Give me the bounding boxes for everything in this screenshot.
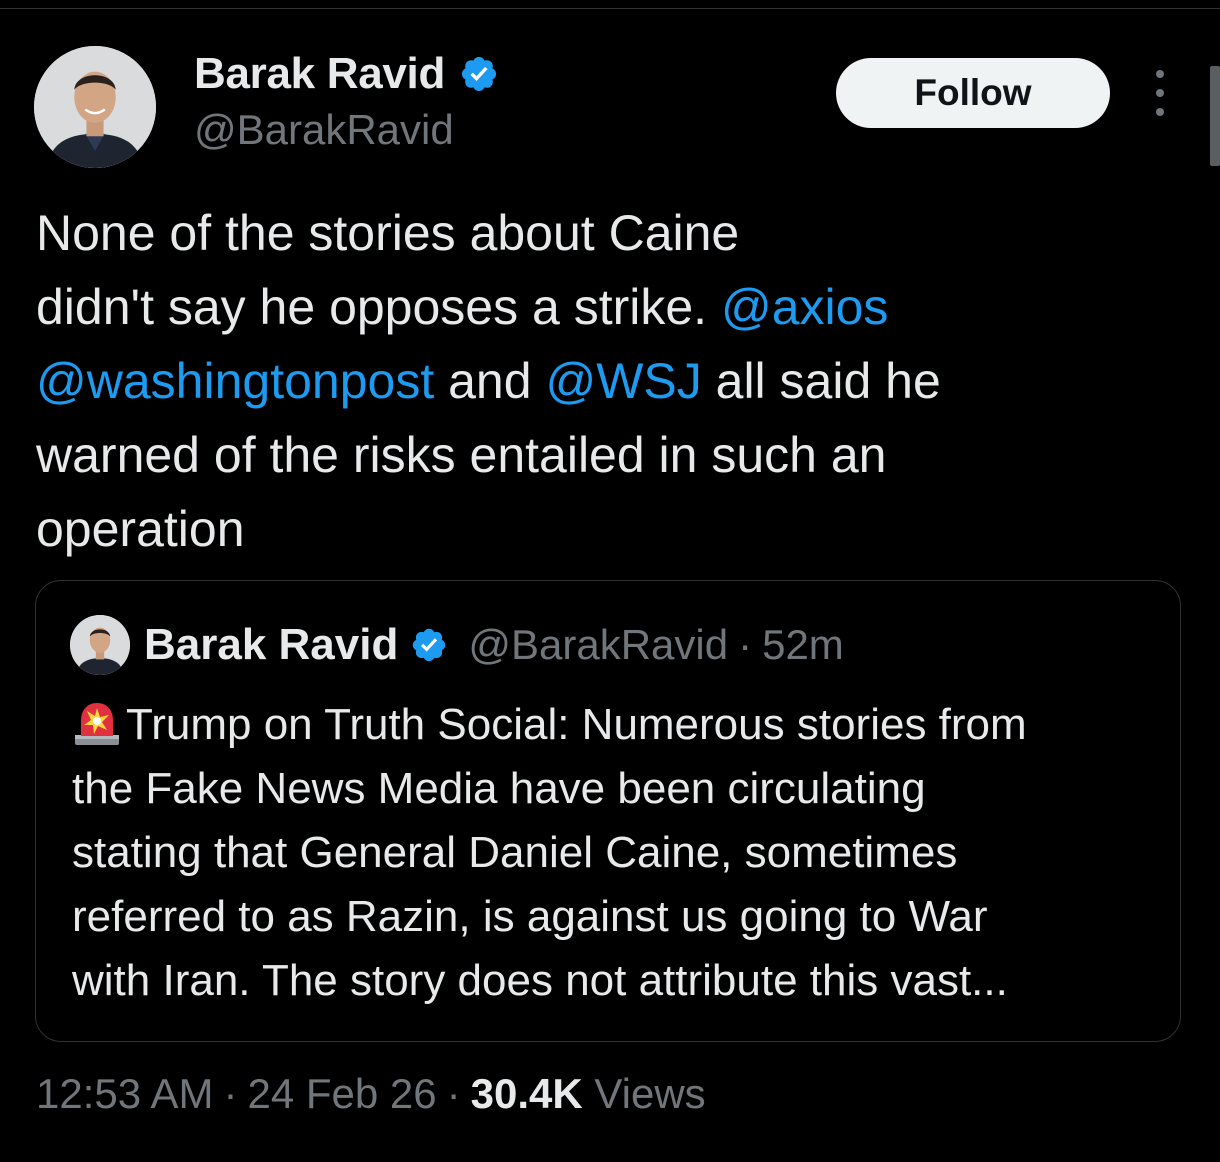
tweet-text-segment: and xyxy=(434,353,546,409)
tweet-line: None of the stories about Caine xyxy=(36,205,740,261)
quoted-line: stating that General Daniel Caine, somet… xyxy=(72,828,958,877)
quoted-tweet-header: Barak Ravid @BarakRavid · 52m xyxy=(70,615,844,675)
tweet-header: Barak Ravid @BarakRavid Follow xyxy=(34,44,1184,174)
tweet-line: warned of the risks entailed in such an xyxy=(36,427,887,483)
dot-separator: · xyxy=(223,1070,238,1117)
dot-separator: · xyxy=(738,621,753,668)
tweet-line: didn't say he opposes a strike. @axios xyxy=(36,270,1166,344)
verified-badge-icon xyxy=(461,56,497,92)
tweet-meta: 12:53 AM · 24 Feb 26 · 30.4K Views xyxy=(36,1070,706,1118)
mention-link-washingtonpost[interactable]: @washingtonpost xyxy=(36,353,434,409)
quoted-avatar[interactable] xyxy=(70,615,130,675)
quoted-timestamp[interactable]: 52m xyxy=(762,621,844,669)
mention-link-axios[interactable]: @axios xyxy=(721,279,888,335)
avatar-photo xyxy=(34,46,156,168)
more-dot xyxy=(1156,70,1164,78)
quoted-tweet-card[interactable]: Barak Ravid @BarakRavid · 52m Trump on T… xyxy=(35,580,1181,1042)
mention-link-wsj[interactable]: @WSJ xyxy=(545,353,701,409)
tweet-text-segment: all said he xyxy=(701,353,941,409)
views-label: Views xyxy=(594,1070,706,1117)
tweet-text-segment: didn't say he opposes a strike. xyxy=(36,279,721,335)
quoted-verified-badge-icon xyxy=(413,628,446,662)
quoted-line: the Fake News Media have been circulatin… xyxy=(72,764,926,813)
quoted-line: Trump on Truth Social: Numerous stories … xyxy=(72,693,1162,757)
dot-separator: · xyxy=(446,1070,461,1117)
quoted-author-handle[interactable]: @BarakRavid xyxy=(468,621,728,669)
tweet-time[interactable]: 12:53 AM xyxy=(36,1070,213,1117)
tweet-line: operation xyxy=(36,501,245,557)
tweet-text: None of the stories about Caine didn't s… xyxy=(36,196,1166,566)
follow-button[interactable]: Follow xyxy=(836,58,1110,128)
author-name-row: Barak Ravid xyxy=(194,48,499,100)
quoted-tweet-text: Trump on Truth Social: Numerous stories … xyxy=(72,693,1162,1013)
quoted-text-segment: Trump on Truth Social: Numerous stories … xyxy=(126,700,1027,749)
top-divider xyxy=(0,0,1220,9)
more-dot xyxy=(1156,89,1164,97)
author-name[interactable]: Barak Ravid xyxy=(194,49,445,99)
more-dot xyxy=(1156,108,1164,116)
more-options-icon[interactable] xyxy=(1148,70,1172,116)
avatar[interactable] xyxy=(34,46,156,168)
scrollbar-thumb[interactable] xyxy=(1210,66,1220,166)
quoted-avatar-photo xyxy=(70,615,130,675)
quoted-author-name[interactable]: Barak Ravid xyxy=(144,620,398,670)
tweet-line: @washingtonpost and @WSJ all said he xyxy=(36,344,1166,418)
tweet-date[interactable]: 24 Feb 26 xyxy=(247,1070,436,1117)
author-handle[interactable]: @BarakRavid xyxy=(194,106,454,154)
police-car-light-icon xyxy=(75,703,119,745)
quoted-line: referred to as Razin, is against us goin… xyxy=(72,892,988,941)
views-count: 30.4K xyxy=(470,1070,583,1117)
quoted-line: with Iran. The story does not attribute … xyxy=(72,956,1008,1005)
